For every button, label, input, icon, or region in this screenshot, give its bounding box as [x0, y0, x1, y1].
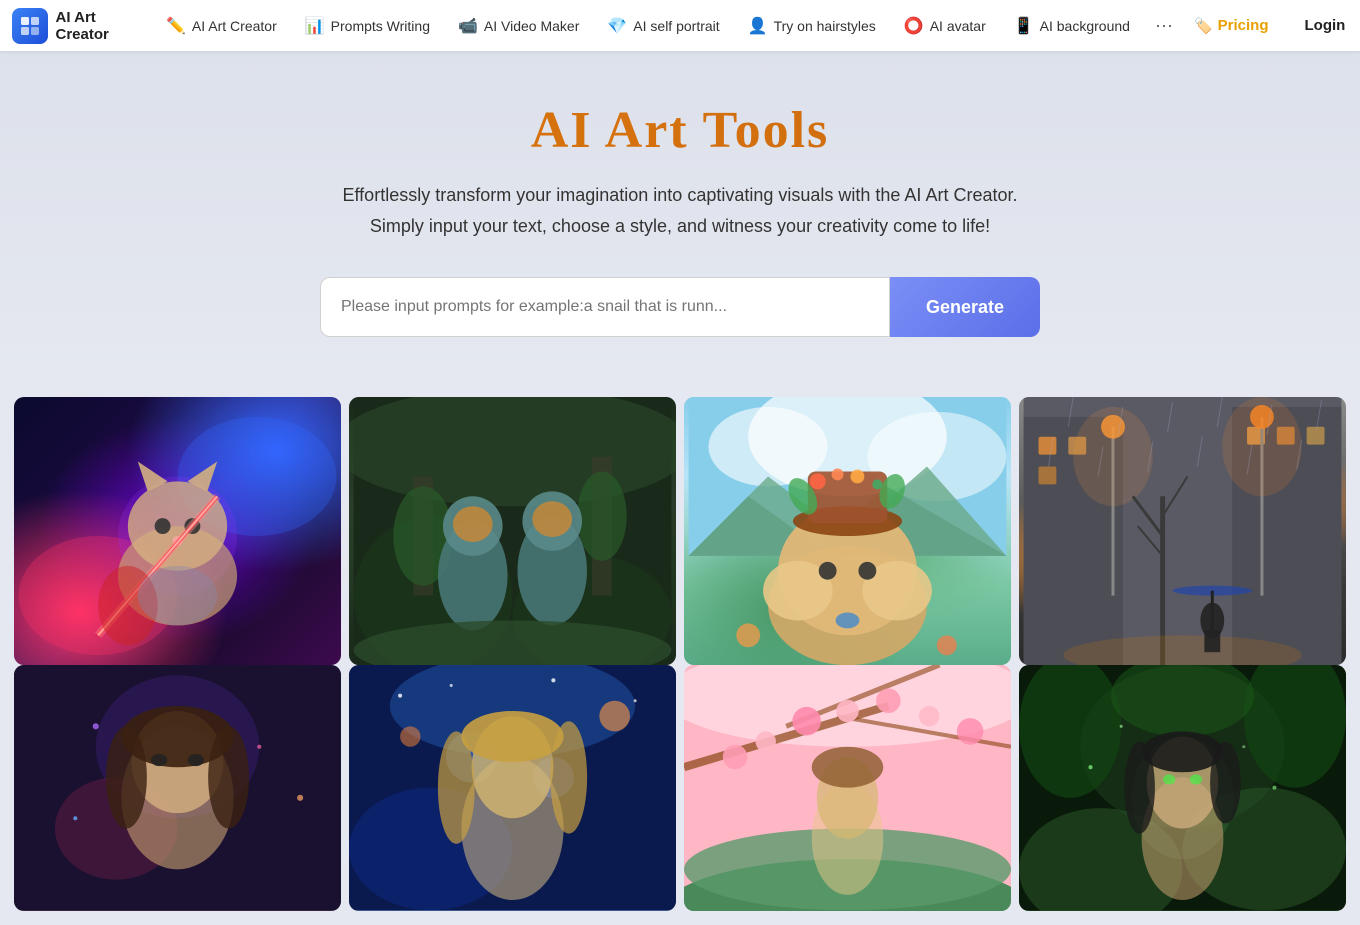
- nav-right: 🏷️ Pricing Login 🌐: [1184, 11, 1360, 40]
- hero-input-row: Generate: [320, 277, 1040, 337]
- gallery-row2: [0, 665, 1360, 924]
- video-icon: 📹: [458, 16, 478, 36]
- nav-items: ✏️ AI Art Creator 📊 Prompts Writing 📹 AI…: [152, 0, 1184, 51]
- gallery-image-dark-forest: [1019, 665, 1346, 910]
- gallery-item-blue-fantasy[interactable]: [349, 665, 676, 910]
- logo-text: AI Art Creator: [56, 9, 152, 43]
- generate-button[interactable]: Generate: [890, 277, 1040, 337]
- navbar: AI Art Creator ✏️ AI Art Creator 📊 Promp…: [0, 0, 1360, 51]
- nav-label-ai-video-maker: AI Video Maker: [484, 18, 579, 34]
- login-button[interactable]: Login: [1287, 11, 1360, 40]
- nav-item-try-on-hairstyles[interactable]: 👤 Try on hairstyles: [734, 0, 890, 51]
- gallery-item-rainy-street[interactable]: [1019, 397, 1346, 665]
- gallery-item-cherry-blossom[interactable]: [684, 665, 1011, 910]
- nav-label-prompts-writing: Prompts Writing: [331, 18, 430, 34]
- more-menu-button[interactable]: ···: [1144, 0, 1184, 51]
- gallery-item-hamster-hat[interactable]: [684, 397, 1011, 665]
- gallery-image-astronauts: [349, 397, 676, 665]
- nav-item-ai-self-portrait[interactable]: 💎 AI self portrait: [593, 0, 733, 51]
- gallery-image-blue-fantasy: [349, 665, 676, 910]
- nav-item-ai-background[interactable]: 📱 AI background: [1000, 0, 1144, 51]
- nav-label-ai-self-portrait: AI self portrait: [633, 18, 719, 34]
- gallery-item-cat-lightsaber[interactable]: [14, 397, 341, 665]
- hero-title: AI Art Tools: [20, 101, 1340, 160]
- pencil-icon: ✏️: [166, 16, 186, 36]
- gallery-image-cat: [14, 397, 341, 665]
- gallery-image-cherry-blossom: [684, 665, 1011, 910]
- generate-label: Generate: [926, 297, 1004, 317]
- nav-item-ai-video-maker[interactable]: 📹 AI Video Maker: [444, 0, 593, 51]
- phone-icon: 📱: [1014, 16, 1034, 36]
- nav-item-ai-art-creator[interactable]: ✏️ AI Art Creator: [152, 0, 291, 51]
- tag-icon: 🏷️: [1194, 17, 1213, 35]
- hero-subtitle-line1: Effortlessly transform your imagination …: [343, 185, 1018, 205]
- nav-item-prompts-writing[interactable]: 📊 Prompts Writing: [291, 0, 444, 51]
- nav-label-ai-art-creator: AI Art Creator: [192, 18, 277, 34]
- nav-label-try-on-hairstyles: Try on hairstyles: [774, 18, 876, 34]
- pricing-button[interactable]: 🏷️ Pricing: [1184, 17, 1279, 35]
- logo-icon: [12, 8, 48, 44]
- pricing-label: Pricing: [1218, 17, 1269, 34]
- more-icon: ···: [1155, 15, 1173, 36]
- logo[interactable]: AI Art Creator: [12, 8, 152, 44]
- gallery-row1: [0, 377, 1360, 665]
- nav-label-ai-avatar: AI avatar: [930, 18, 986, 34]
- prompt-input[interactable]: [320, 277, 890, 337]
- hero-subtitle-line2: Simply input your text, choose a style, …: [370, 216, 990, 236]
- nav-label-ai-background: AI background: [1040, 18, 1130, 34]
- gallery-image-hamster: [684, 397, 1011, 665]
- hero-subtitle: Effortlessly transform your imagination …: [270, 180, 1090, 241]
- gallery-image-street: [1019, 397, 1346, 665]
- gallery-image-fantasy-woman: [14, 665, 341, 910]
- gallery-item-astronauts-ruins[interactable]: [349, 397, 676, 665]
- nav-item-ai-avatar[interactable]: ⭕ AI avatar: [890, 0, 1000, 51]
- circle-icon: ⭕: [904, 16, 924, 36]
- hero-section: AI Art Tools Effortlessly transform your…: [0, 51, 1360, 377]
- gallery-item-dark-forest[interactable]: [1019, 665, 1346, 910]
- chart-icon: 📊: [305, 16, 325, 36]
- diamond-icon: 💎: [607, 16, 627, 36]
- person-icon: 👤: [748, 16, 768, 36]
- login-label: Login: [1305, 17, 1346, 34]
- gallery-item-fantasy-woman[interactable]: [14, 665, 341, 910]
